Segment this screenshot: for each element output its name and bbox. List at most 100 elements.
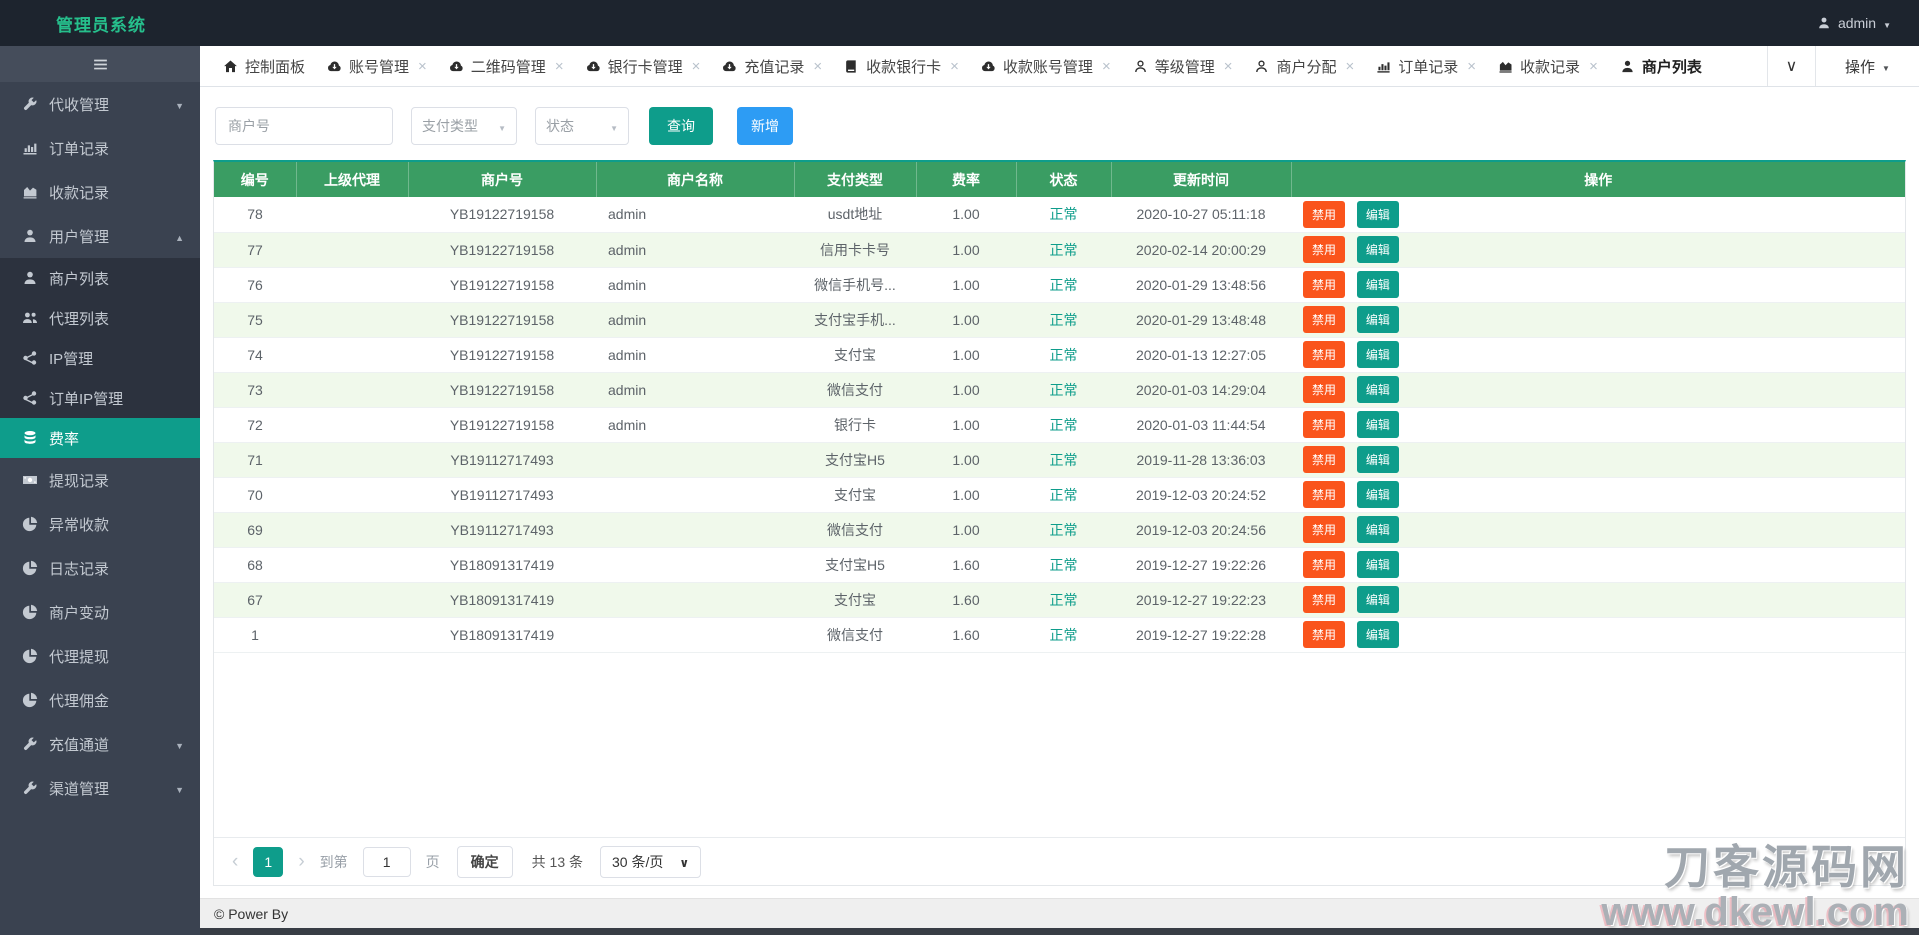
tab-close-icon[interactable] (692, 59, 701, 74)
edit-button[interactable]: 编辑 (1357, 516, 1399, 543)
edit-button[interactable]: 编辑 (1357, 411, 1399, 438)
caret-icon (175, 736, 184, 753)
goto-page-input[interactable] (363, 847, 411, 877)
edit-button[interactable]: 编辑 (1357, 586, 1399, 613)
disable-button[interactable]: 禁用 (1303, 516, 1345, 543)
tab[interactable]: 商户列表 (1609, 46, 1713, 86)
cell-updated: 2020-01-29 13:48:48 (1111, 302, 1291, 337)
tab-close-icon[interactable] (950, 59, 959, 74)
sidebar-item-icon (22, 350, 38, 366)
tab-close-icon[interactable] (1224, 59, 1233, 74)
tab-close-icon[interactable] (555, 59, 564, 74)
sidebar-item[interactable]: 代理佣金 (0, 678, 200, 722)
disable-button[interactable]: 禁用 (1303, 481, 1345, 508)
sidebar-item[interactable]: 费率 (0, 418, 200, 458)
cell-merchant-no: YB19122719158 (408, 302, 596, 337)
sidebar-item[interactable]: 充值通道 (0, 722, 200, 766)
tab[interactable]: 账号管理 (316, 46, 438, 86)
sidebar-item[interactable]: 代理提现 (0, 634, 200, 678)
cell-rate: 1.60 (916, 617, 1016, 652)
tab[interactable]: 银行卡管理 (575, 46, 712, 86)
sidebar-toggle-button[interactable] (0, 46, 200, 82)
table-header-cell: 操作 (1291, 162, 1905, 197)
tab[interactable]: 控制面板 (212, 46, 316, 86)
sidebar-item[interactable]: 代理列表 (0, 298, 200, 338)
tab[interactable]: 收款记录 (1487, 46, 1609, 86)
table-header-cell: 更新时间 (1111, 162, 1291, 197)
user-menu[interactable]: admin (1817, 15, 1919, 31)
search-button[interactable]: 查询 (649, 107, 713, 145)
tab-close-icon[interactable] (418, 59, 427, 74)
edit-button[interactable]: 编辑 (1357, 446, 1399, 473)
edit-button[interactable]: 编辑 (1357, 621, 1399, 648)
pay-type-select[interactable]: 支付类型 (411, 107, 517, 145)
disable-button[interactable]: 禁用 (1303, 236, 1345, 263)
sidebar-item[interactable]: 订单记录 (0, 126, 200, 170)
tab-close-icon[interactable] (813, 59, 822, 74)
tab[interactable]: 等级管理 (1122, 46, 1244, 86)
tab-icon (327, 59, 342, 74)
caret-down-icon (1882, 58, 1890, 75)
tab-close-icon[interactable] (1102, 59, 1111, 74)
cell-parent-agent (296, 547, 408, 582)
sidebar-item[interactable]: 渠道管理 (0, 766, 200, 810)
edit-button[interactable]: 编辑 (1357, 341, 1399, 368)
sidebar-item[interactable]: 商户变动 (0, 590, 200, 634)
disable-button[interactable]: 禁用 (1303, 551, 1345, 578)
add-button[interactable]: 新增 (737, 107, 793, 145)
disable-button[interactable]: 禁用 (1303, 446, 1345, 473)
cell-pay-type: 支付宝H5 (794, 442, 916, 477)
cell-merchant-no: YB18091317419 (408, 617, 596, 652)
disable-button[interactable]: 禁用 (1303, 341, 1345, 368)
tab[interactable]: 收款账号管理 (970, 46, 1122, 86)
edit-button[interactable]: 编辑 (1357, 376, 1399, 403)
cell-updated: 2020-02-14 20:00:29 (1111, 232, 1291, 267)
disable-button[interactable]: 禁用 (1303, 621, 1345, 648)
tab[interactable]: 商户分配 (1243, 46, 1365, 86)
sidebar-item[interactable]: 商户列表 (0, 258, 200, 298)
prev-page-button[interactable]: ‹ (228, 851, 242, 873)
disable-button[interactable]: 禁用 (1303, 376, 1345, 403)
disable-button[interactable]: 禁用 (1303, 201, 1345, 228)
disable-button[interactable]: 禁用 (1303, 306, 1345, 333)
tab-close-icon[interactable] (1589, 59, 1598, 74)
status-select[interactable]: 状态 (535, 107, 629, 145)
tab[interactable]: 二维码管理 (438, 46, 575, 86)
edit-button[interactable]: 编辑 (1357, 306, 1399, 333)
sidebar-item[interactable]: IP管理 (0, 338, 200, 378)
table-row: 68 YB18091317419 支付宝H5 1.60 正常 2019-12-2… (214, 547, 1905, 582)
tab-list-collapse-button[interactable]: ∨ (1767, 46, 1815, 86)
tab[interactable]: 充值记录 (711, 46, 833, 86)
next-page-button[interactable]: › (294, 851, 308, 873)
sidebar-item[interactable]: 收款记录 (0, 170, 200, 214)
sidebar-item-icon (22, 270, 38, 286)
sidebar-item[interactable]: 异常收款 (0, 502, 200, 546)
sidebar-item[interactable]: 代收管理 (0, 82, 200, 126)
cell-parent-agent (296, 582, 408, 617)
tab[interactable]: 收款银行卡 (833, 46, 970, 86)
confirm-button[interactable]: 确定 (457, 846, 513, 878)
tab-close-icon[interactable] (1467, 59, 1476, 74)
edit-button[interactable]: 编辑 (1357, 236, 1399, 263)
tab[interactable]: 订单记录 (1365, 46, 1487, 86)
actions-dropdown[interactable]: 操作 (1815, 46, 1919, 86)
sidebar-item[interactable]: 日志记录 (0, 546, 200, 590)
merchant-no-input[interactable] (215, 107, 393, 145)
edit-button[interactable]: 编辑 (1357, 551, 1399, 578)
disable-button[interactable]: 禁用 (1303, 271, 1345, 298)
edit-button[interactable]: 编辑 (1357, 271, 1399, 298)
sidebar-item[interactable]: 提现记录 (0, 458, 200, 502)
sidebar-item[interactable]: 订单IP管理 (0, 378, 200, 418)
disable-button[interactable]: 禁用 (1303, 411, 1345, 438)
tab-label: 账号管理 (349, 56, 409, 77)
edit-button[interactable]: 编辑 (1357, 481, 1399, 508)
cell-merchant-no: YB19122719158 (408, 267, 596, 302)
current-page-button[interactable]: 1 (253, 847, 283, 877)
cell-parent-agent (296, 232, 408, 267)
disable-button[interactable]: 禁用 (1303, 586, 1345, 613)
page-size-select[interactable]: 30 条/页 (600, 846, 701, 878)
sidebar-item[interactable]: 用户管理 (0, 214, 200, 258)
edit-button[interactable]: 编辑 (1357, 201, 1399, 228)
tab-close-icon[interactable] (1346, 59, 1355, 74)
cell-pay-type: 微信支付 (794, 372, 916, 407)
